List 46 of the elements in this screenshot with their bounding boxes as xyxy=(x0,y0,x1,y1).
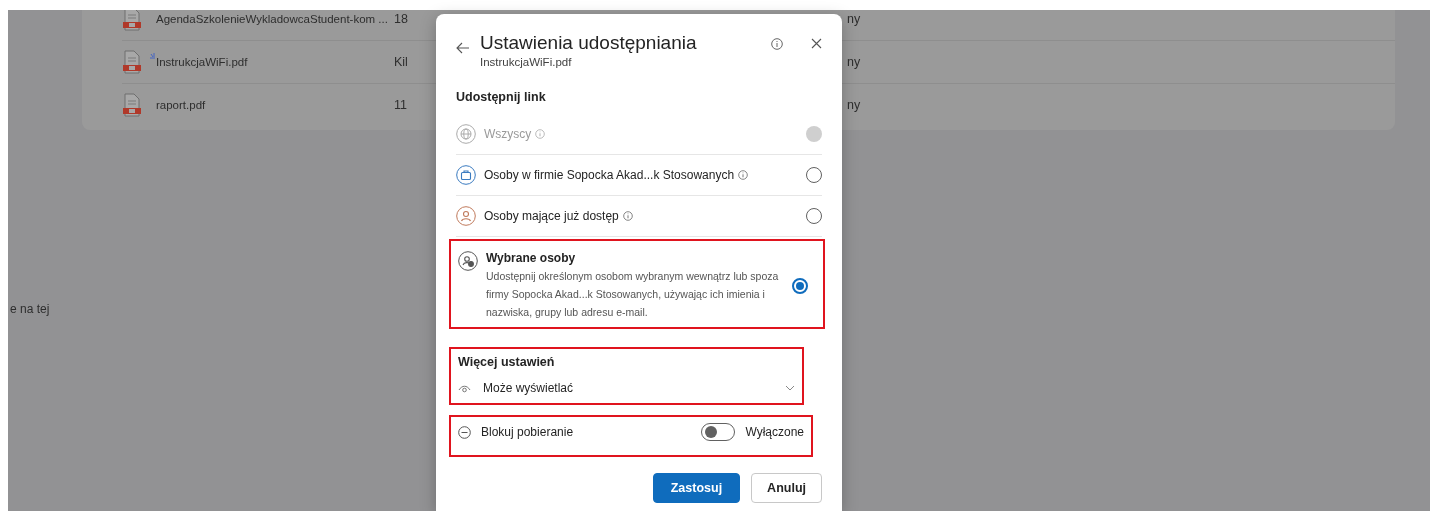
table-cell-text: ny xyxy=(847,12,862,26)
radio-button[interactable] xyxy=(806,167,822,183)
option-label: Osoby mające już dostęp xyxy=(484,209,619,223)
table-cell: 11 xyxy=(394,98,407,112)
toggle-state: Wyłączone xyxy=(745,425,804,439)
section-title: Więcej ustawień xyxy=(458,355,556,369)
back-arrow-icon[interactable] xyxy=(456,42,470,54)
highlighted-option[interactable]: Wybrane osoby Udostępnij określonym osobom wybranym wewnątrz lub spoza firmy Sopocka Akad...k Stosowanych, używając ich imienia i nazwiska, grupy lub adresu e-mail. xyxy=(449,239,825,329)
radio-button[interactable] xyxy=(806,208,822,224)
globe-icon xyxy=(456,124,476,144)
table-cell: 18 xyxy=(394,12,408,26)
option-label: Osoby w firmie Sopocka Akad...k Stosowanych xyxy=(484,168,735,182)
person-icon xyxy=(456,206,476,226)
option-label: Wszyscy xyxy=(484,127,532,141)
briefcase-icon xyxy=(456,165,476,185)
minus-circle-icon xyxy=(458,425,471,439)
table-cell: Kil xyxy=(394,55,408,69)
eye-icon xyxy=(458,383,471,393)
radio-button[interactable] xyxy=(792,278,808,294)
close-icon[interactable] xyxy=(811,38,822,49)
file-name[interactable]: InstrukcjaWiFi.pdf xyxy=(156,56,248,68)
share-option[interactable]: Osoby mające już dostęp xyxy=(456,196,822,237)
share-option[interactable]: Osoby w firmie Sopocka Akad...k Stosowanych xyxy=(456,155,822,196)
toggle-switch[interactable] xyxy=(701,423,736,441)
file-name[interactable]: AgendaSzkolenieWykladowcaStudent-kom ... xyxy=(156,13,388,25)
page-text: e na tej xyxy=(10,302,50,316)
setting-label: Blokuj pobieranie xyxy=(481,425,575,439)
info-icon[interactable] xyxy=(738,170,749,180)
chevron-down-icon xyxy=(785,385,795,391)
table-cell-text: ny xyxy=(847,98,862,112)
section-title: Udostępnij link xyxy=(456,90,547,104)
dialog-title: Ustawienia udostępniania xyxy=(480,32,698,54)
option-label: Wybrane osoby xyxy=(486,251,576,265)
cancel-button[interactable]: Anuluj xyxy=(751,473,822,503)
permission-dropdown[interactable]: Może wyświetlać xyxy=(458,369,795,399)
info-icon[interactable] xyxy=(622,211,633,221)
pdf-file-icon xyxy=(122,10,142,31)
people-icon xyxy=(458,251,478,271)
info-icon[interactable] xyxy=(771,38,783,50)
table-cell-text: ny xyxy=(847,55,862,69)
option-description: Udostępnij określonym osobom wybranym wewnątrz lub spoza firmy Sopocka Akad...k Stosowanych, używając ich imienia i nazwiska, grupy lub adresu e-mail. xyxy=(486,269,780,320)
apply-button[interactable]: Zastosuj xyxy=(652,473,741,503)
file-name[interactable]: raport.pdf xyxy=(156,99,206,111)
pdf-file-icon xyxy=(122,50,142,74)
file-name: InstrukcjaWiFi.pdf xyxy=(480,56,573,68)
pdf-file-icon xyxy=(122,93,142,117)
